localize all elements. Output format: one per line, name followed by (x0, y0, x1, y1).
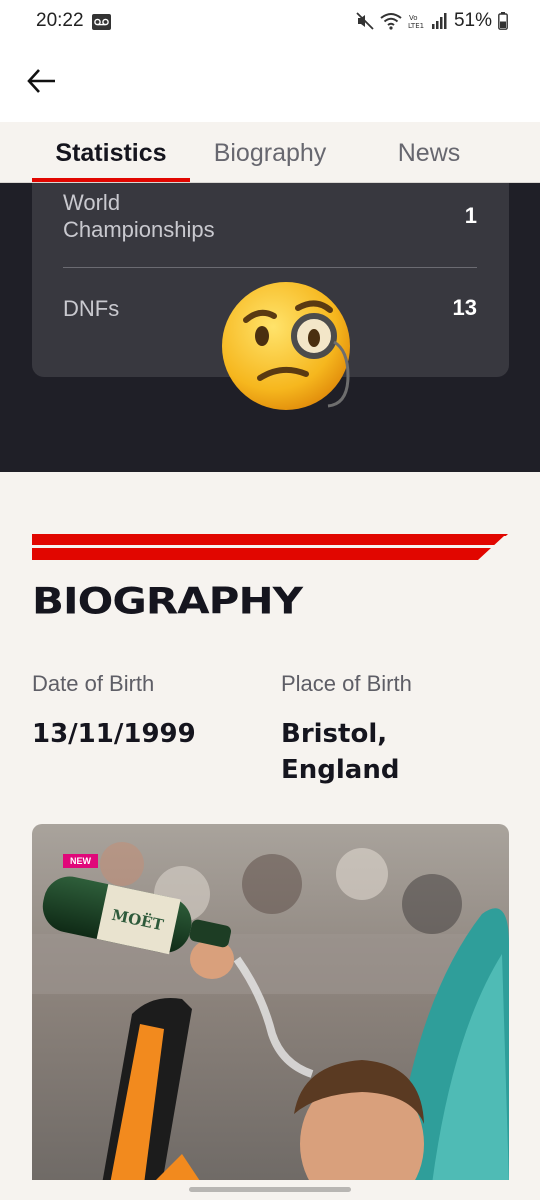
stat-value-dnfs: 13 (452, 295, 477, 320)
date-of-birth-value: 13/11/1999 (32, 719, 196, 749)
back-arrow-icon[interactable] (26, 65, 58, 97)
date-of-birth-label: Date of Birth (32, 671, 155, 696)
tab-news[interactable]: News (350, 122, 508, 182)
stat-divider (63, 267, 477, 268)
champagne-celebration-photo: MOËT (32, 824, 509, 1184)
svg-text:LTE1: LTE1 (408, 22, 424, 30)
stat-label-dnfs: DNFs (63, 296, 120, 321)
battery-percent: 51% (453, 10, 492, 31)
tab-bar: Statistics Biography News (0, 122, 540, 183)
wifi-icon (380, 13, 402, 30)
tab-biography[interactable]: Biography (190, 122, 350, 182)
svg-text:Vo: Vo (409, 14, 418, 22)
place-of-birth-value: Bristol, England (281, 719, 400, 785)
stat-label-world-championships: World Championships (63, 190, 215, 242)
face-with-monocle-emoji (222, 282, 350, 410)
news-photo-card[interactable]: MOËT NEW (32, 824, 509, 1184)
mute-icon (356, 12, 374, 30)
section-stripes (32, 534, 508, 560)
home-gesture-handle[interactable] (189, 1187, 351, 1192)
volte-icon: Vo LTE1 (408, 14, 424, 30)
stat-value-world-championships: 1 (464, 203, 477, 228)
app-bar (0, 48, 540, 122)
battery-icon (498, 12, 508, 30)
active-tab-indicator (32, 178, 190, 182)
biography-heading: BIOGRAPHY (32, 580, 303, 623)
status-bar: 20:22 Vo LTE1 51% (0, 0, 540, 48)
new-badge: NEW (63, 854, 98, 868)
signal-icon (431, 13, 447, 29)
place-of-birth-label: Place of Birth (281, 671, 412, 696)
voicemail-icon (92, 14, 111, 30)
status-time: 20:22 (36, 10, 84, 31)
tab-statistics[interactable]: Statistics (32, 122, 190, 182)
